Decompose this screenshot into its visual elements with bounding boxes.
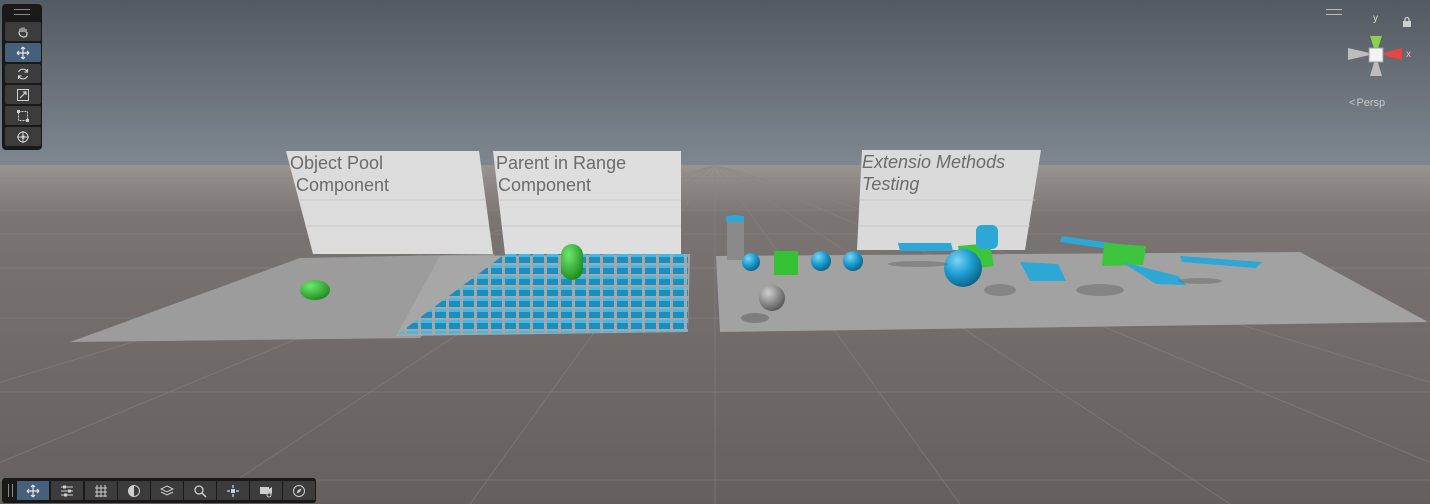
hand-icon xyxy=(18,27,28,38)
scale-icon xyxy=(17,88,29,101)
projection-label: Persp xyxy=(1356,97,1386,109)
x-axis-label: x xyxy=(1406,49,1411,60)
grid-icon xyxy=(95,484,107,497)
object-pool-label: Object Pool Component xyxy=(290,152,389,196)
tool-settings-button[interactable] xyxy=(17,481,49,500)
large-blue-sphere xyxy=(944,249,982,287)
rotate-icon xyxy=(17,68,29,79)
move-tool-button[interactable] xyxy=(5,43,41,62)
scene-view-options-button[interactable] xyxy=(51,481,83,500)
draw-mode-button[interactable] xyxy=(118,481,150,500)
compass-icon xyxy=(293,484,305,497)
shading-icon xyxy=(128,484,140,497)
move-icon xyxy=(26,484,40,497)
label-line: Component xyxy=(498,175,592,195)
parent-in-range-label: Parent in Range Component xyxy=(496,152,626,196)
extension-methods-label: Extensio Methods Testing xyxy=(862,151,1005,195)
grid-toggle-button[interactable] xyxy=(85,481,117,500)
green-capsule xyxy=(561,244,583,280)
hand-tool-button[interactable] xyxy=(5,22,41,41)
blue-cylinder xyxy=(976,225,998,249)
rotate-tool-button[interactable] xyxy=(5,64,41,83)
label-line: Parent in Range xyxy=(496,153,627,173)
y-axis-label: y xyxy=(1373,13,1378,24)
green-cube xyxy=(774,251,798,275)
search-icon xyxy=(194,484,207,498)
transform-tool-button[interactable] xyxy=(5,127,41,146)
orientation-button[interactable] xyxy=(217,481,249,500)
orientation-gizmo[interactable]: y x xyxy=(1340,12,1418,94)
chevron-left-icon: < xyxy=(1349,97,1356,109)
layers-icon xyxy=(160,484,174,496)
search-button[interactable] xyxy=(184,481,216,500)
navigation-button[interactable] xyxy=(283,481,315,500)
move-icon xyxy=(16,46,30,59)
toolbar-grip[interactable] xyxy=(8,484,13,497)
label-line: Object Pool xyxy=(290,153,384,173)
tools-panel xyxy=(2,4,42,150)
blue-sphere xyxy=(742,253,760,271)
blue-slab xyxy=(898,243,953,251)
scale-tool-button[interactable] xyxy=(5,85,41,104)
layers-button[interactable] xyxy=(151,481,183,500)
sliders-icon xyxy=(61,485,73,496)
gizmo-center-cube xyxy=(1368,47,1384,63)
panel-grip[interactable] xyxy=(14,9,30,15)
scene-overlay-toolbar xyxy=(2,478,316,503)
rect-icon xyxy=(17,109,29,122)
gray-sphere xyxy=(759,285,785,311)
orientation-icon xyxy=(227,484,239,497)
projection-toggle[interactable]: <Persp xyxy=(1349,97,1385,109)
blue-sphere xyxy=(811,251,831,271)
pool-object xyxy=(300,280,330,300)
camera-icon xyxy=(260,486,272,497)
label-line: Extensio Methods xyxy=(862,152,1006,172)
scene-view-viewport[interactable] xyxy=(0,0,1430,504)
gray-cylinder xyxy=(727,218,744,260)
transform-icon xyxy=(17,130,29,143)
label-line: Component xyxy=(296,175,390,195)
rect-tool-button[interactable] xyxy=(5,106,41,125)
blue-sphere xyxy=(843,251,863,271)
camera-button[interactable] xyxy=(250,481,282,500)
label-line: Testing xyxy=(862,174,920,194)
